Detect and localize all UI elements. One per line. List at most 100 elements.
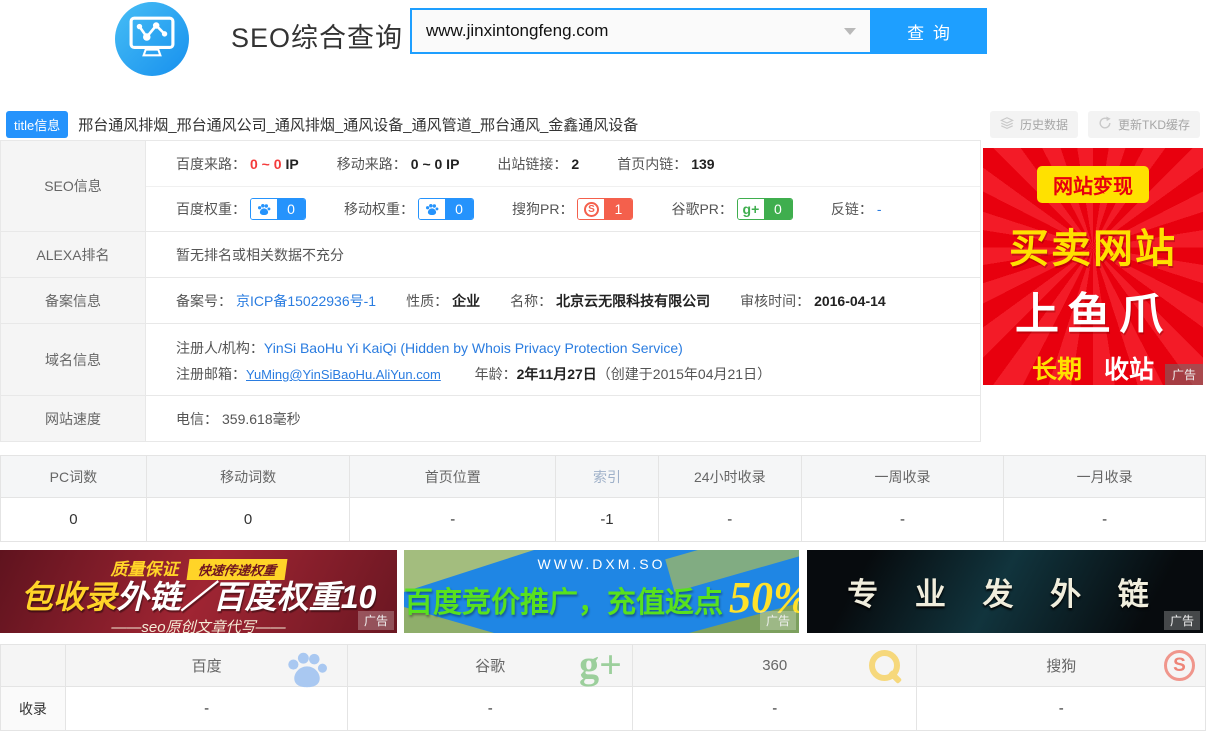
chevron-down-icon[interactable]: [844, 28, 856, 35]
alexa-value: 暂无排名或相关数据不充分: [176, 245, 344, 265]
ad-line3-b: 收站: [1104, 356, 1154, 384]
mobile-weight-value: 0: [445, 199, 473, 219]
engine-header-baidu: 百度: [66, 645, 349, 686]
home-innerlinks-value: 139: [691, 156, 714, 172]
engine-value-sogou: -: [917, 687, 1205, 730]
stats-header-index: 索引: [556, 456, 659, 497]
ad-tag: 广告: [1165, 364, 1203, 385]
engine-header-360: 360: [633, 645, 918, 686]
sogou-pr-value: 1: [604, 199, 632, 219]
monitor-chart-icon: [129, 16, 175, 63]
right-ad-text: 专 业 发 外 链: [847, 569, 1162, 614]
stats-header-home-position: 首页位置: [350, 456, 556, 497]
stats-header-mobile-words: 移动词数: [147, 456, 351, 497]
left-ad-main: 包收录外链／百度权重10: [0, 581, 397, 615]
stats-value-index: -1: [556, 498, 659, 541]
alexa-label: ALEXA排名: [1, 232, 146, 277]
left-ad-tag2: 快速传递权重: [187, 559, 288, 580]
baidu-weight-pill[interactable]: 0: [250, 198, 306, 220]
baidu-visits-unit: IP: [286, 156, 299, 172]
left-ad-banner[interactable]: 质量保证快速传递权重 包收录外链／百度权重10 ——seo原创文章代写—— 广告: [0, 550, 397, 633]
middle-ad-text: 百度竞价推广，充值返点: [404, 587, 723, 619]
stats-header-month: 一月收录: [1004, 456, 1205, 497]
baidu-weight-label: 百度权重：: [176, 199, 246, 219]
icp-nature-value: 企业: [452, 291, 480, 311]
search-engine-table: 百度 谷歌 g+ 360 搜狗 S 收录 - - - -: [0, 644, 1206, 731]
baidu-visits-label: 百度来路：: [176, 154, 246, 174]
alexa-row: ALEXA排名 暂无排名或相关数据不充分: [1, 231, 980, 277]
stats-value-home-position: -: [350, 498, 556, 541]
google-pr-pill[interactable]: g+ 0: [737, 198, 793, 220]
seo-info-table: SEO信息 百度来路：0 ~ 0 IP 移动来路：0 ~ 0 IP 出站链接：2…: [0, 140, 981, 442]
google-pr-label: 谷歌PR：: [671, 199, 732, 219]
search-input[interactable]: [412, 10, 844, 52]
backlinks-value[interactable]: -: [877, 201, 882, 217]
mobile-weight-pill[interactable]: 0: [418, 198, 474, 220]
mobile-visits-value: 0 ~ 0 IP: [411, 156, 460, 172]
engine-header-sogou: 搜狗 S: [917, 645, 1205, 686]
speed-row: 网站速度 电信：359.618毫秒: [1, 395, 980, 441]
home-innerlinks-label: 首页内链：: [617, 154, 687, 174]
engine-header-empty: [1, 645, 66, 686]
registrant-label: 注册人/机构：: [176, 340, 264, 356]
engine-name: 百度: [192, 655, 222, 676]
age-label: 年龄：: [475, 366, 517, 382]
age-note: （创建于2015年04月21日）: [597, 366, 771, 382]
refresh-icon: [1098, 116, 1112, 133]
left-ad-subline: ——seo原创文章代写——: [0, 616, 397, 633]
refresh-tkd-button[interactable]: 更新TKD缓存: [1088, 111, 1200, 138]
banner-row: 质量保证快速传递权重 包收录外链／百度权重10 ——seo原创文章代写—— 广告…: [0, 550, 1206, 633]
right-ad-banner[interactable]: 专 业 发 外 链 广告: [807, 550, 1203, 633]
title-info-bar: title信息 邢台通风排烟_邢台通风公司_通风排烟_通风设备_通风管道_邢台通…: [0, 100, 1206, 140]
email-label: 注册邮箱：: [176, 366, 246, 382]
outbound-links-value: 2: [571, 156, 579, 172]
stats-header-24h: 24小时收录: [659, 456, 802, 497]
sogou-pr-pill[interactable]: S 1: [577, 198, 633, 220]
stats-value-row: 0 0 - -1 - - -: [1, 498, 1205, 541]
search-box: [410, 8, 872, 54]
page-header: SEO综合查询 查 询: [0, 0, 1206, 100]
age-value: 2年11月27日: [517, 366, 597, 382]
magnifier-icon: [869, 650, 900, 681]
telecom-value: 359.618毫秒: [222, 409, 301, 429]
email-link[interactable]: YuMing@YinSiBaoHu.AliYun.com: [246, 367, 441, 382]
telecom-label: 电信：: [176, 409, 218, 429]
google-pr-value: 0: [764, 199, 792, 219]
icp-number-link[interactable]: 京ICP备15022936号-1: [236, 291, 376, 311]
icp-name-value: 北京云无限科技有限公司: [556, 291, 710, 311]
stats-value-mobile-words: 0: [147, 498, 351, 541]
domain-content: 注册人/机构：YinSi BaoHu Yi KaiQi (Hidden by W…: [146, 324, 980, 395]
speed-label: 网站速度: [1, 396, 146, 441]
sogou-s-icon: S: [1164, 650, 1195, 681]
engine-value-baidu: -: [66, 687, 349, 730]
middle-ad-main: 百度竞价推广，充值返点50%: [404, 572, 799, 623]
engine-value-google: -: [348, 687, 633, 730]
middle-ad-url: WWW.DXM.SO: [404, 556, 799, 572]
mobile-visits-label: 移动来路：: [337, 154, 407, 174]
history-data-button[interactable]: 历史数据: [990, 111, 1078, 138]
seo-info-row: SEO信息 百度来路：0 ~ 0 IP 移动来路：0 ~ 0 IP 出站链接：2…: [1, 141, 980, 231]
app-logo[interactable]: [115, 2, 189, 76]
ad-line1: 买卖网站: [983, 216, 1203, 274]
google-plus-icon: g+: [738, 199, 764, 219]
side-ad-banner[interactable]: 网站变现 买卖网站 上鱼爪 长期收站 广告: [983, 148, 1203, 385]
icp-audit-label: 审核时间：: [740, 291, 810, 311]
ad-bubble: 网站变现: [1037, 166, 1149, 203]
stats-value-pc-words: 0: [1, 498, 147, 541]
domain-registrant-line: 注册人/机构：YinSi BaoHu Yi KaiQi (Hidden by W…: [176, 335, 980, 361]
ad-line3-a: 长期: [1032, 356, 1082, 384]
stats-value-month: -: [1004, 498, 1205, 541]
baidu-visits-value: 0 ~ 0: [250, 156, 282, 172]
domain-label: 域名信息: [1, 324, 146, 395]
baidu-paw-icon: [251, 199, 277, 219]
history-data-label: 历史数据: [1020, 116, 1068, 133]
engine-name: 谷歌: [475, 655, 505, 676]
icp-audit-value: 2016-04-14: [814, 293, 886, 309]
mobile-weight-label: 移动权重：: [344, 199, 414, 219]
registrant-link[interactable]: YinSi BaoHu Yi KaiQi (Hidden by Whois Pr…: [264, 340, 683, 356]
icp-number-label: 备案号：: [176, 291, 232, 311]
speed-content: 电信：359.618毫秒: [146, 396, 980, 441]
search-button[interactable]: 查 询: [872, 8, 987, 54]
middle-ad-banner[interactable]: WWW.DXM.SO 百度竞价推广，充值返点50% 广告: [404, 550, 799, 633]
left-ad-tag1: 质量保证: [110, 560, 178, 579]
